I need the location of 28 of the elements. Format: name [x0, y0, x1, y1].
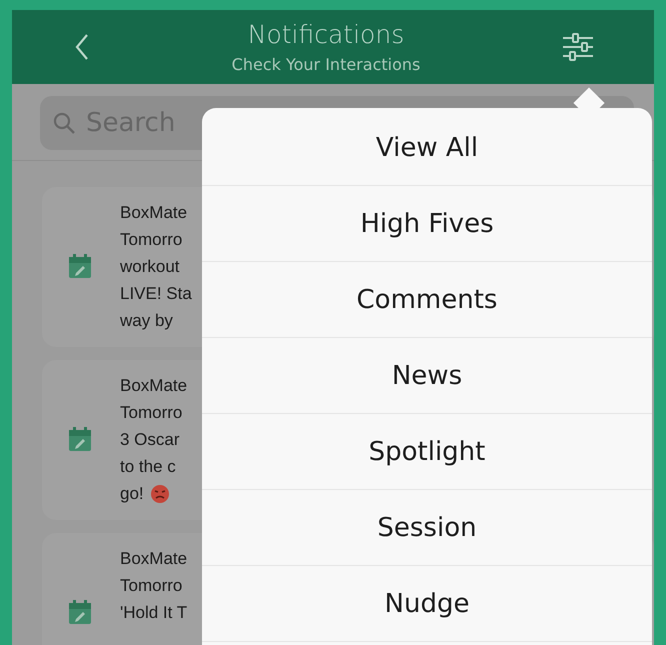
- notification-text: go!: [120, 483, 144, 505]
- filter-menu-item[interactable]: Spotlight: [202, 414, 652, 490]
- calendar-icon: [68, 599, 92, 625]
- notification-text: workout: [120, 256, 180, 278]
- notification-text: BoxMate: [120, 202, 188, 224]
- filter-icon[interactable]: [562, 33, 594, 61]
- filter-menu-item[interactable]: Nudge: [202, 566, 652, 642]
- filter-menu-item[interactable]: Comments: [202, 262, 652, 338]
- header-title: Notifications: [248, 20, 404, 49]
- notification-text: 3 Oscar: [120, 429, 180, 451]
- notification-text: Tomorro: [120, 402, 182, 424]
- notification-text: to the c: [120, 456, 176, 478]
- back-icon[interactable]: [74, 33, 90, 61]
- notification-text: LIVE! Sta: [120, 283, 192, 305]
- search-icon: [52, 111, 76, 135]
- notification-text: way by: [120, 310, 173, 332]
- notification-text: BoxMate: [120, 375, 188, 397]
- filter-menu-item[interactable]: Session: [202, 490, 652, 566]
- filter-menu-item[interactable]: View All: [202, 110, 652, 186]
- filter-menu-item[interactable]: High Fives: [202, 186, 652, 262]
- notification-text: Tomorro: [120, 229, 182, 251]
- filter-menu-item[interactable]: News: [202, 338, 652, 414]
- calendar-icon: [68, 253, 92, 279]
- notification-text: 'Hold It T: [120, 602, 188, 624]
- calendar-icon: [68, 426, 92, 452]
- header-subtitle: Check Your Interactions: [232, 55, 420, 74]
- notification-text: BoxMate: [120, 548, 188, 570]
- notification-text: Tomorro: [120, 575, 182, 597]
